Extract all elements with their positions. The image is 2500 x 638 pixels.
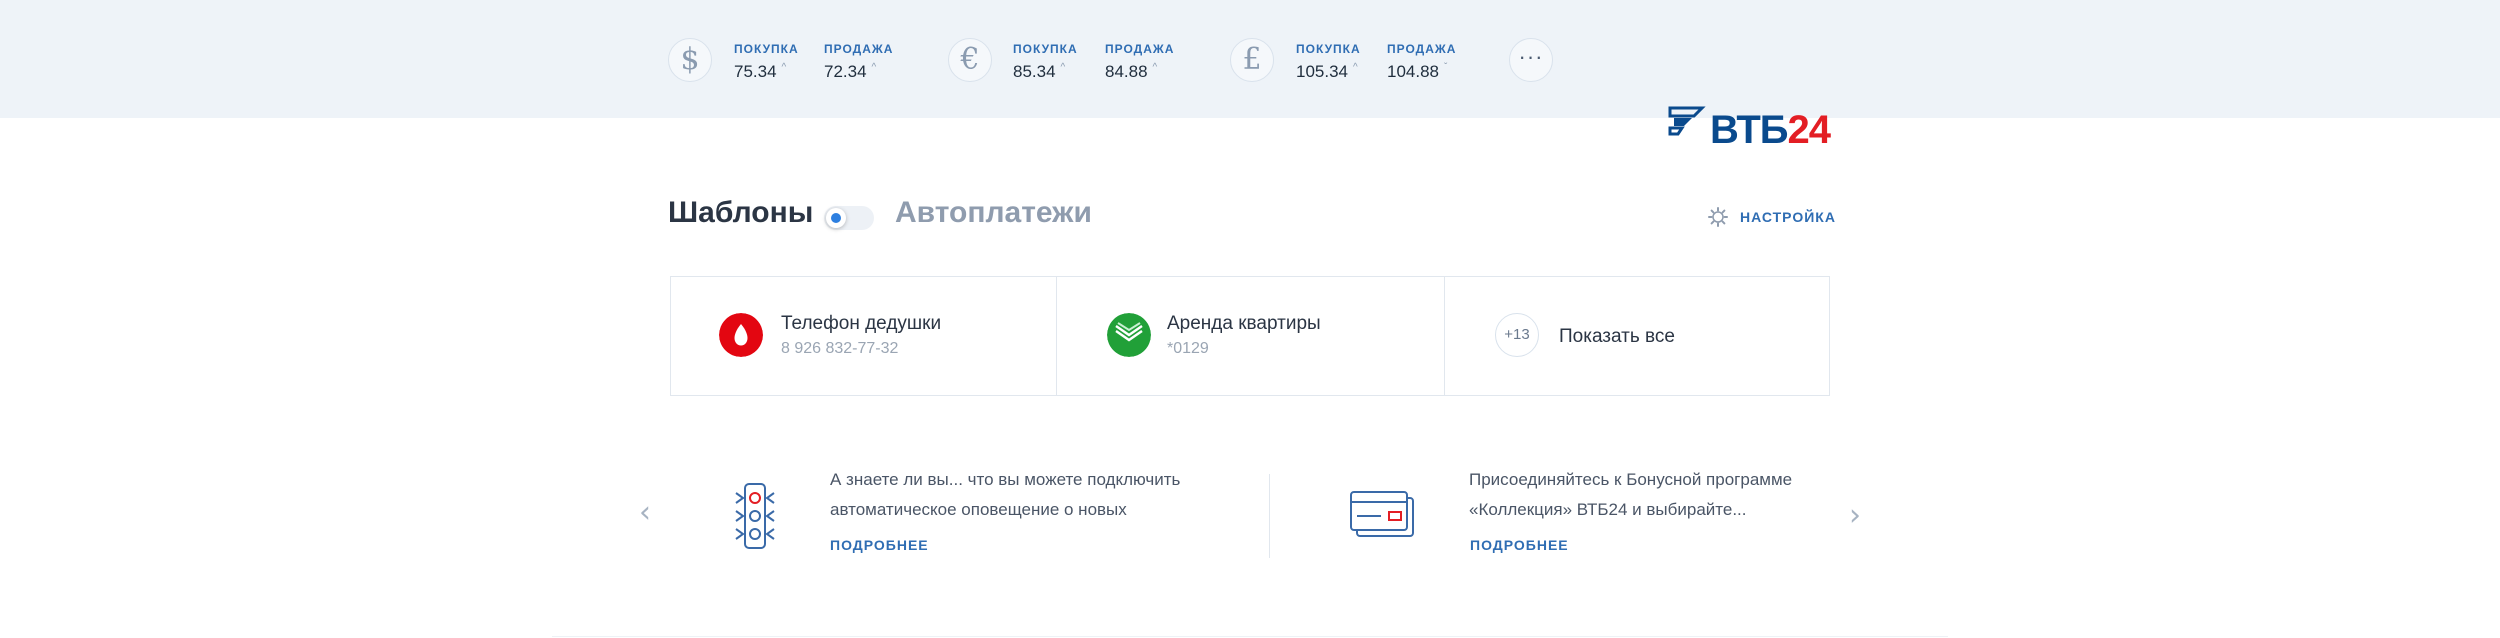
templates-list: Телефон дедушки 8 926 832-77-32 Аренда к… <box>670 276 1830 396</box>
dollar-icon: $ <box>668 38 712 82</box>
traffic-light-icon <box>735 483 775 549</box>
mts-logo-icon <box>719 313 763 357</box>
eur-buy: ПОКУПКА 85.34 ^ <box>1013 42 1078 82</box>
promo-more-link[interactable]: ПОДРОБНЕЕ <box>1470 537 1569 553</box>
sell-label: ПРОДАЖА <box>1387 42 1457 56</box>
pound-icon: £ <box>1230 38 1274 82</box>
template-item-grandpa-phone[interactable]: Телефон дедушки 8 926 832-77-32 <box>671 277 1056 395</box>
up-arrow-icon: ^ <box>1060 62 1066 74</box>
promo-more-link[interactable]: ПОДРОБНЕЕ <box>830 537 929 553</box>
autopay-title[interactable]: Автоплатежи <box>895 196 1092 230</box>
credit-card-icon <box>1350 491 1414 537</box>
sell-value: 72.34 ^ <box>824 62 877 81</box>
logo-text: ВТБ24 <box>1710 108 1831 152</box>
show-all-label: Показать все <box>1559 326 1675 347</box>
vtb-flag-icon <box>1668 106 1706 136</box>
down-arrow-icon: ˇ <box>1444 62 1448 74</box>
gbp-buy: ПОКУПКА 105.34 ^ <box>1296 42 1361 82</box>
sberbank-logo-icon <box>1107 313 1151 357</box>
carousel-next-arrow-icon[interactable]: › <box>1845 501 1865 531</box>
buy-label: ПОКУПКА <box>1013 42 1078 56</box>
euro-icon: € <box>948 38 992 82</box>
buy-label: ПОКУПКА <box>734 42 799 56</box>
promo-text: Присоединяйтесь к Бонусной программе «Ко… <box>1469 470 1793 519</box>
sell-value: 104.88 ˇ <box>1387 62 1448 81</box>
toggle-knob <box>826 208 846 228</box>
page: $ ПОКУПКА 75.34 ^ ПРОДАЖА 72.34 ^ € ПОКУПК… <box>0 0 2500 638</box>
buy-label: ПОКУПКА <box>1296 42 1361 56</box>
buy-value: 105.34 ^ <box>1296 62 1358 81</box>
settings-label: НАСТРОЙКА <box>1740 209 1836 225</box>
up-arrow-icon: ^ <box>1152 62 1158 74</box>
sell-label: ПРОДАЖА <box>824 42 894 56</box>
template-subtitle: 8 926 832-77-32 <box>781 340 899 357</box>
show-all-templates[interactable]: +13 Показать все <box>1444 277 1829 395</box>
gbp-sell: ПРОДАЖА 104.88 ˇ <box>1387 42 1456 82</box>
up-arrow-icon: ^ <box>1353 62 1358 74</box>
up-arrow-icon: ^ <box>781 62 787 74</box>
promo-text: А знаете ли вы... что вы можете подключи… <box>830 470 1181 519</box>
currency-bar: $ ПОКУПКА 75.34 ^ ПРОДАЖА 72.34 ^ € ПОКУПК… <box>0 0 2500 118</box>
template-item-apartment-rent[interactable]: Аренда квартиры *0129 <box>1056 277 1444 395</box>
sell-value: 84.88 ^ <box>1105 62 1158 81</box>
section-divider <box>552 636 1948 637</box>
carousel-prev-arrow-icon[interactable]: ‹ <box>635 498 655 528</box>
buy-value: 75.34 ^ <box>734 62 787 81</box>
template-subtitle: *0129 <box>1167 340 1209 357</box>
more-count-badge: +13 <box>1495 313 1539 357</box>
templates-autopay-toggle[interactable] <box>824 206 874 230</box>
template-title: Телефон дедушки <box>781 313 942 334</box>
usd-sell: ПРОДАЖА 72.34 ^ <box>824 42 893 82</box>
buy-value: 85.34 ^ <box>1013 62 1066 81</box>
more-rates-button[interactable]: ··· <box>1509 38 1553 82</box>
vtb24-logo[interactable]: ВТБ24 <box>1664 104 1832 154</box>
usd-buy: ПОКУПКА 75.34 ^ <box>734 42 799 82</box>
sell-label: ПРОДАЖА <box>1105 42 1175 56</box>
templates-title[interactable]: Шаблоны <box>668 196 813 230</box>
template-title: Аренда квартиры <box>1167 313 1321 334</box>
eur-sell: ПРОДАЖА 84.88 ^ <box>1105 42 1174 82</box>
promo-divider <box>1269 474 1270 558</box>
gear-icon <box>1708 207 1728 227</box>
up-arrow-icon: ^ <box>871 62 877 74</box>
